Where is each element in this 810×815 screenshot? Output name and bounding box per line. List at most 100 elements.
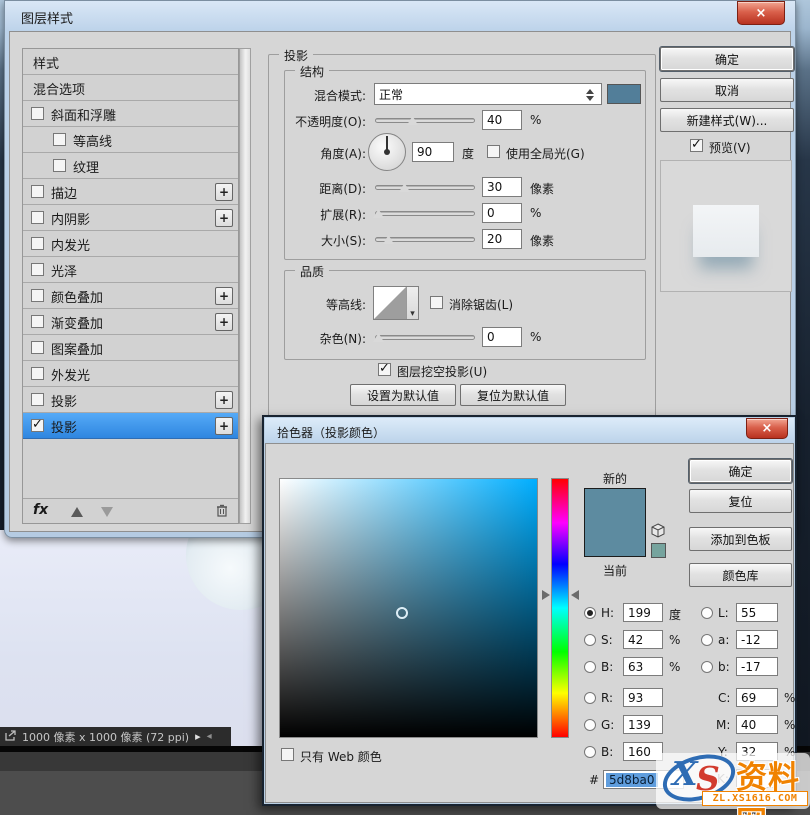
angle-dial[interactable] [368, 133, 406, 171]
noise-input[interactable]: 0 [482, 327, 522, 347]
sidebar-item-contour[interactable]: 等高线 [23, 127, 238, 153]
sidebar-item-stroke[interactable]: 描边+ [23, 179, 238, 205]
angle-input[interactable]: 90 [412, 142, 454, 162]
color-overlay-checkbox[interactable] [31, 289, 44, 302]
r-radio[interactable] [584, 692, 596, 704]
layer-style-close-icon[interactable]: × [737, 1, 785, 25]
fx-icon[interactable]: fx [33, 502, 48, 518]
size-input[interactable]: 20 [482, 229, 522, 249]
opacity-slider[interactable] [375, 118, 475, 123]
color-libraries-button[interactable]: 颜色库 [689, 563, 792, 587]
a-input[interactable]: -12 [736, 630, 778, 649]
contour-picker[interactable]: ▾ [373, 286, 419, 320]
spread-input[interactable]: 0 [482, 203, 522, 223]
global-light-checkbox[interactable] [487, 145, 500, 158]
gradient-overlay-add-icon[interactable]: + [215, 313, 233, 331]
sidebar-item-inner-glow[interactable]: 内发光 [23, 231, 238, 257]
l-input[interactable]: 55 [736, 603, 778, 622]
color-picker-close-icon[interactable]: × [746, 418, 788, 439]
distance-slider[interactable] [375, 185, 475, 190]
sidebar-item-pattern-overlay[interactable]: 图案叠加 [23, 335, 238, 361]
status-text: 1000 像素 x 1000 像素 (72 ppi) [22, 729, 189, 745]
gamut-swatch[interactable] [651, 543, 666, 558]
a-radio[interactable] [701, 634, 713, 646]
contour-dropdown-icon[interactable]: ▾ [406, 287, 418, 319]
move-up-icon[interactable] [71, 507, 83, 517]
picker-ok-button[interactable]: 确定 [689, 459, 792, 483]
b2-radio[interactable] [584, 746, 596, 758]
sidebar-item-blending-options[interactable]: 混合选项 [23, 75, 238, 101]
h-input[interactable]: 199 [623, 603, 663, 622]
opacity-input[interactable]: 40 [482, 110, 522, 130]
inner-glow-checkbox[interactable] [31, 237, 44, 250]
a-label: a: [718, 633, 729, 647]
add-to-swatches-button[interactable]: 添加到色板 [689, 527, 792, 551]
hue-slider[interactable] [551, 478, 569, 738]
bevel-emboss-checkbox[interactable] [31, 107, 44, 120]
hue-slider-left-arrow-icon[interactable] [542, 590, 550, 600]
status-back-icon[interactable]: ◂ [207, 731, 212, 742]
sidebar-item-outer-glow[interactable]: 外发光 [23, 361, 238, 387]
color-field[interactable] [279, 478, 538, 738]
shadow-color-swatch[interactable] [607, 84, 641, 104]
lab-b-input[interactable]: -17 [736, 657, 778, 676]
drop-shadow-2-checkbox[interactable] [31, 419, 44, 432]
export-icon[interactable] [5, 730, 17, 744]
preview-label: 预览(V) [709, 139, 751, 156]
blend-mode-select[interactable]: 正常 [374, 83, 602, 105]
lab-b-radio[interactable] [701, 661, 713, 673]
b-input[interactable]: 63 [623, 657, 663, 676]
move-down-icon[interactable] [101, 507, 113, 517]
picker-reset-button[interactable]: 复位 [689, 489, 792, 513]
drop-shadow-add-icon[interactable]: + [215, 391, 233, 409]
ok-button[interactable]: 确定 [660, 47, 794, 71]
trash-icon[interactable] [216, 504, 228, 517]
m-unit: % [784, 718, 795, 732]
noise-slider[interactable] [375, 335, 475, 340]
b-radio[interactable] [584, 661, 596, 673]
inner-shadow-checkbox[interactable] [31, 211, 44, 224]
web-colors-only-checkbox[interactable] [281, 748, 294, 761]
sidebar-item-gradient-overlay[interactable]: 渐变叠加+ [23, 309, 238, 335]
outer-glow-checkbox[interactable] [31, 367, 44, 380]
s-input[interactable]: 42 [623, 630, 663, 649]
cancel-button[interactable]: 取消 [660, 78, 794, 102]
size-label: 大小(S): [230, 232, 366, 249]
hue-slider-right-arrow-icon[interactable] [571, 590, 579, 600]
sidebar-item-drop-shadow-2[interactable]: 投影+ [23, 413, 238, 439]
reset-default-button[interactable]: 复位为默认值 [460, 384, 566, 406]
contour-checkbox[interactable] [53, 133, 66, 146]
antialias-checkbox[interactable] [430, 296, 443, 309]
r-input[interactable]: 93 [623, 688, 663, 707]
texture-checkbox[interactable] [53, 159, 66, 172]
set-default-button[interactable]: 设置为默认值 [350, 384, 456, 406]
color-field-marker[interactable] [396, 607, 408, 619]
c-input[interactable]: 69 [736, 688, 778, 707]
distance-input[interactable]: 30 [482, 177, 522, 197]
s-radio[interactable] [584, 634, 596, 646]
m-input[interactable]: 40 [736, 715, 778, 734]
knockout-checkbox[interactable] [378, 363, 391, 376]
blend-mode-value: 正常 [379, 86, 403, 103]
new-style-button[interactable]: 新建样式(W)... [660, 108, 794, 132]
stroke-checkbox[interactable] [31, 185, 44, 198]
gradient-overlay-checkbox[interactable] [31, 315, 44, 328]
sidebar-item-satin[interactable]: 光泽 [23, 257, 238, 283]
g-radio[interactable] [584, 719, 596, 731]
preview-checkbox[interactable] [690, 139, 703, 152]
sidebar-item-inner-shadow[interactable]: 内阴影+ [23, 205, 238, 231]
sidebar-item-styles[interactable]: 样式 [23, 49, 238, 75]
sidebar-item-bevel-emboss[interactable]: 斜面和浮雕 [23, 101, 238, 127]
drop-shadow-checkbox[interactable] [31, 393, 44, 406]
g-input[interactable]: 139 [623, 715, 663, 734]
spread-slider[interactable] [375, 211, 475, 216]
drop-shadow-2-add-icon[interactable]: + [215, 417, 233, 435]
l-radio[interactable] [701, 607, 713, 619]
pattern-overlay-checkbox[interactable] [31, 341, 44, 354]
sidebar-item-drop-shadow[interactable]: 投影+ [23, 387, 238, 413]
h-radio[interactable] [584, 607, 596, 619]
status-play-icon[interactable]: ▸ [195, 730, 201, 743]
satin-checkbox[interactable] [31, 263, 44, 276]
sidebar-item-color-overlay[interactable]: 颜色叠加+ [23, 283, 238, 309]
sidebar-item-texture[interactable]: 纹理 [23, 153, 238, 179]
